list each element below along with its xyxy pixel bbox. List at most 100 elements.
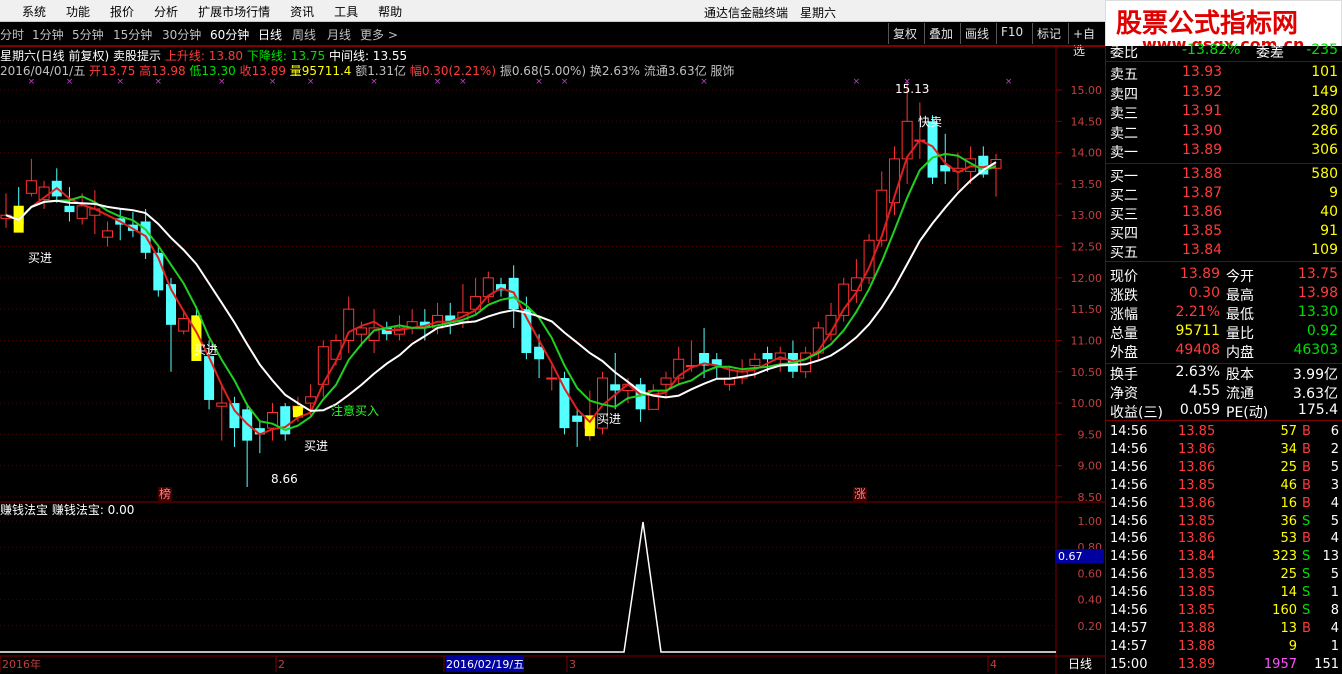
time-tick-label: 2016/02/19/五 bbox=[446, 658, 524, 671]
period-5min[interactable]: 5分钟 bbox=[72, 26, 104, 43]
tick-row: 14:56 13.85 14 S 1 bbox=[1106, 584, 1342, 602]
level-volume: 149 bbox=[1311, 83, 1338, 100]
menu-tools[interactable]: 工具 bbox=[334, 3, 358, 20]
tick-time: 14:56 bbox=[1110, 585, 1148, 601]
level-label: 买五 bbox=[1110, 245, 1138, 261]
period-weekly[interactable]: 周线 bbox=[292, 26, 316, 43]
fundamental-value: 3.99亿 bbox=[1292, 367, 1338, 383]
candle-body bbox=[216, 402, 228, 407]
signal-x-marker: × bbox=[535, 77, 543, 87]
period-30min[interactable]: 30分钟 bbox=[162, 26, 201, 43]
level-volume: 286 bbox=[1311, 122, 1338, 139]
tick-row: 14:57 13.88 13 B 4 bbox=[1106, 620, 1342, 638]
fundamental-row: 换手 2.63% 股本 3.99亿 bbox=[1106, 364, 1338, 383]
tick-side: B bbox=[1302, 459, 1311, 475]
tick-side: B bbox=[1302, 531, 1311, 547]
period-monthly[interactable]: 月线 bbox=[327, 26, 351, 43]
candle-body bbox=[559, 378, 570, 429]
add-watchlist-button[interactable]: +自选 bbox=[1068, 23, 1105, 58]
tick-price: 13.85 bbox=[1178, 424, 1216, 439]
tick-price: 13.85 bbox=[1178, 477, 1216, 493]
tick-volume: 25 bbox=[1280, 567, 1297, 583]
tick-price: 13.85 bbox=[1178, 513, 1216, 529]
tick-count: 1 bbox=[1330, 585, 1339, 601]
adjust-button[interactable]: 复权 bbox=[888, 23, 921, 44]
draw-line-button[interactable]: 画线 bbox=[960, 23, 993, 44]
amount-value: 额1.31亿 bbox=[355, 64, 406, 78]
period-60min[interactable]: 60分钟 bbox=[210, 26, 249, 43]
tick-side: B bbox=[1302, 620, 1311, 636]
stat-value: 0.30 bbox=[1188, 285, 1220, 301]
tick-volume: 46 bbox=[1280, 477, 1297, 493]
attention-label: 注意买入 bbox=[331, 403, 379, 418]
tick-price: 13.89 bbox=[1178, 656, 1216, 672]
industry-value: 服饰 bbox=[710, 64, 735, 78]
tick-side: S bbox=[1302, 549, 1311, 565]
candle-body bbox=[178, 318, 190, 332]
quote-panel: 委比 -13.82% 委差 -235 卖五 13.93 101 卖四 13.92 149 卖… bbox=[1105, 42, 1342, 674]
period-intraday[interactable]: 分时 bbox=[0, 26, 24, 43]
signal-x-marker: × bbox=[116, 77, 124, 87]
stat-label: 最低 bbox=[1226, 307, 1254, 323]
period-daily[interactable]: 日线 bbox=[258, 26, 282, 43]
order-diff-value: -235 bbox=[1306, 42, 1338, 58]
signal-x-marker: × bbox=[434, 77, 442, 87]
period-1min[interactable]: 1分钟 bbox=[32, 26, 64, 43]
time-tick-label: 4 bbox=[990, 658, 997, 671]
stat-label: 涨跌 bbox=[1110, 288, 1138, 304]
fundamental-label: 换手 bbox=[1110, 367, 1138, 383]
bid-row: 买五 13.84 109 bbox=[1106, 242, 1338, 261]
menu-news[interactable]: 资讯 bbox=[290, 3, 314, 20]
menu-quote[interactable]: 报价 bbox=[110, 3, 134, 20]
f10-button[interactable]: F10 bbox=[996, 23, 1027, 44]
tick-count: 4 bbox=[1330, 531, 1339, 547]
menu-extended-market[interactable]: 扩展市场行情 bbox=[198, 3, 270, 20]
ask-row: 卖四 13.92 149 bbox=[1106, 84, 1338, 103]
tick-volume: 34 bbox=[1280, 441, 1297, 457]
lower-title: 赚钱法宝 赚钱法宝: 0.00 bbox=[0, 502, 134, 517]
menu-system[interactable]: 系统 bbox=[22, 3, 46, 20]
candle-body bbox=[660, 377, 672, 385]
candle-body bbox=[762, 352, 773, 360]
open-value: 开13.75 bbox=[89, 64, 136, 78]
candle-body bbox=[572, 415, 583, 422]
tick-time: 15:00 bbox=[1110, 656, 1148, 672]
tick-count: 4 bbox=[1330, 495, 1339, 511]
level-volume: 109 bbox=[1311, 242, 1338, 258]
menu-function[interactable]: 功能 bbox=[66, 3, 90, 20]
ask-row: 卖一 13.89 306 bbox=[1106, 142, 1338, 161]
stat-value: 0.92 bbox=[1306, 323, 1338, 339]
price-tick-label: 12.00 bbox=[1071, 272, 1103, 285]
tick-count: 151 bbox=[1314, 656, 1339, 672]
level-price: 13.85 bbox=[1182, 223, 1223, 239]
level-label: 买一 bbox=[1110, 169, 1138, 185]
candle-body bbox=[102, 230, 114, 238]
tick-row: 14:57 13.88 9 1 bbox=[1106, 638, 1342, 656]
period-toolbar: 分时 1分钟 5分钟 15分钟 30分钟 60分钟 日线 周线 月线 更多 > … bbox=[0, 22, 1105, 58]
kline-chart[interactable]: × × × × × × × × × × × × × × × ×买进买进买进买进注意买入快卖15.138.66榜… bbox=[0, 46, 1105, 674]
menu-analysis[interactable]: 分析 bbox=[154, 3, 178, 20]
signal-x-marker: × bbox=[700, 77, 708, 87]
level-price: 13.90 bbox=[1182, 122, 1223, 139]
tick-side: S bbox=[1302, 585, 1311, 601]
tick-time: 14:56 bbox=[1110, 424, 1148, 439]
stat-label: 最高 bbox=[1226, 288, 1254, 304]
period-15min[interactable]: 15分钟 bbox=[113, 26, 152, 43]
tick-side: B bbox=[1302, 424, 1311, 439]
menu-items: 系统 功能 报价 分析 扩展市场行情 资讯 工具 帮助 bbox=[22, 0, 422, 22]
tick-time: 14:56 bbox=[1110, 459, 1148, 475]
tick-price: 13.85 bbox=[1178, 567, 1216, 583]
indicator-name: 卖股提示 bbox=[113, 49, 162, 63]
lower-tick-label: 1.00 bbox=[1078, 515, 1103, 528]
menu-help[interactable]: 帮助 bbox=[378, 3, 402, 20]
mark-button[interactable]: 标记 bbox=[1032, 23, 1065, 44]
signal-x-marker: × bbox=[155, 77, 163, 87]
price-tick-label: 10.50 bbox=[1071, 366, 1103, 379]
tick-time: 14:56 bbox=[1110, 513, 1148, 529]
stat-row: 总量 95711 量比 0.92 bbox=[1106, 323, 1338, 342]
bid-row: 买一 13.88 580 bbox=[1106, 166, 1338, 185]
signal-x-marker: × bbox=[853, 77, 861, 87]
ask-row: 卖二 13.90 286 bbox=[1106, 123, 1338, 142]
overlay-button[interactable]: 叠加 bbox=[924, 23, 957, 44]
period-more[interactable]: 更多 > bbox=[360, 26, 398, 43]
